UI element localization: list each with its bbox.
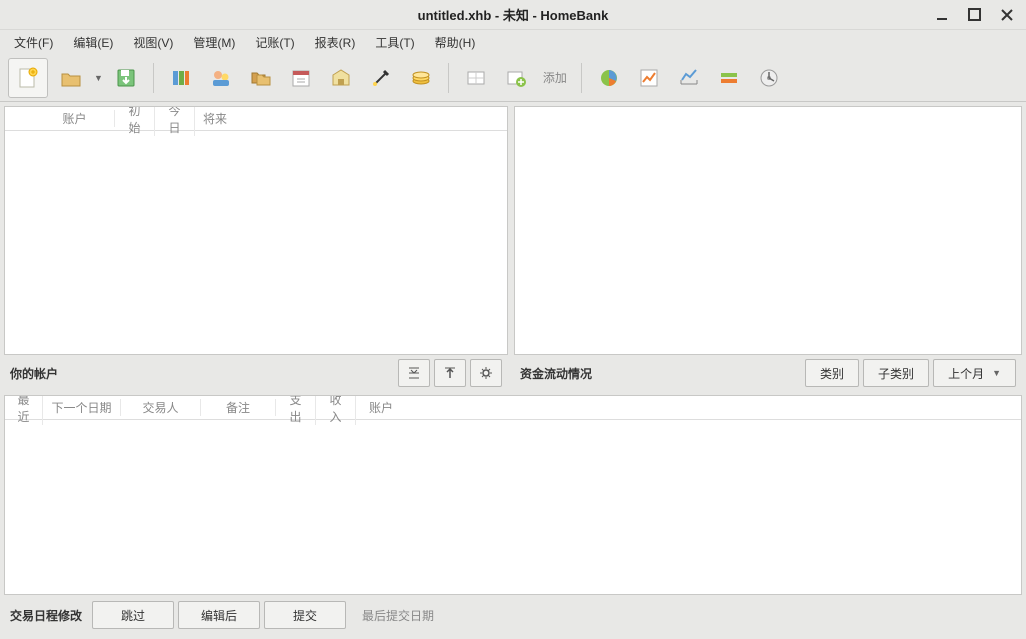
new-file-button[interactable] <box>8 58 48 98</box>
manage-assignments-button[interactable] <box>364 61 398 95</box>
expand-all-button[interactable] <box>398 359 430 387</box>
menu-tools[interactable]: 工具(T) <box>367 31 422 54</box>
show-transactions-button[interactable] <box>459 61 493 95</box>
scheduled-table[interactable]: 最近 下一个日期 交易人 备注 支出 收入 账户 <box>4 395 1022 595</box>
close-button[interactable] <box>1000 8 1018 22</box>
range-dropdown-label: 上个月 <box>948 365 984 382</box>
manage-payees-button[interactable] <box>204 61 238 95</box>
add-label: 添加 <box>539 69 571 86</box>
accounts-panel-title: 你的帐户 <box>10 365 394 382</box>
subcategory-button[interactable]: 子类别 <box>863 359 929 387</box>
accounts-table[interactable]: 账户 初始 今日 将来 <box>4 106 508 355</box>
manage-budget-button[interactable] <box>324 61 358 95</box>
vehicle-report-button[interactable] <box>752 61 786 95</box>
menu-transactions[interactable]: 记账(T) <box>247 31 302 54</box>
open-file-button[interactable] <box>54 61 88 95</box>
col-account[interactable]: 账户 <box>35 110 115 127</box>
manage-scheduled-button[interactable] <box>284 61 318 95</box>
col-today[interactable]: 今日 <box>155 106 195 136</box>
statistics-report-button[interactable] <box>592 61 626 95</box>
col-future[interactable]: 将来 <box>195 110 235 127</box>
window-controls <box>936 8 1018 22</box>
menu-manage[interactable]: 管理(M) <box>185 31 243 54</box>
chevron-down-icon: ▼ <box>992 368 1001 378</box>
col-initial[interactable]: 初始 <box>115 106 155 136</box>
titlebar: untitled.xhb - 未知 - HomeBank <box>0 0 1026 30</box>
balance-report-button[interactable] <box>672 61 706 95</box>
col-next-date[interactable]: 下一个日期 <box>43 399 121 416</box>
currencies-button[interactable] <box>404 61 438 95</box>
edit-post-button[interactable]: 编辑后 <box>178 601 260 629</box>
save-button[interactable] <box>109 61 143 95</box>
category-button[interactable]: 类别 <box>805 359 859 387</box>
trend-report-button[interactable] <box>632 61 666 95</box>
collapse-all-button[interactable] <box>434 359 466 387</box>
main-area: 账户 初始 今日 将来 你的帐户 <box>0 102 1026 639</box>
post-button[interactable]: 提交 <box>264 601 346 629</box>
col-memo[interactable]: 备注 <box>201 399 276 416</box>
range-dropdown[interactable]: 上个月 ▼ <box>933 359 1016 387</box>
skip-button[interactable]: 跳过 <box>92 601 174 629</box>
maximize-button[interactable] <box>968 8 986 22</box>
add-transaction-button[interactable] <box>499 61 533 95</box>
menu-edit[interactable]: 编辑(E) <box>65 31 121 54</box>
menu-file[interactable]: 文件(F) <box>6 31 61 54</box>
manage-categories-button[interactable] <box>244 61 278 95</box>
col-income[interactable]: 收入 <box>316 395 356 425</box>
open-dropdown-caret[interactable]: ▼ <box>94 73 103 83</box>
accounts-settings-button[interactable] <box>470 359 502 387</box>
scheduled-panel: 最近 下一个日期 交易人 备注 支出 收入 账户 交易日程修改 跳过 编辑后 提… <box>4 395 1022 635</box>
manage-accounts-button[interactable] <box>164 61 198 95</box>
col-payee[interactable]: 交易人 <box>121 399 201 416</box>
budget-report-button[interactable] <box>712 61 746 95</box>
toolbar: ▼ 添加 <box>0 54 1026 102</box>
col-recent[interactable]: 最近 <box>5 395 43 425</box>
col-account2[interactable]: 账户 <box>356 399 406 416</box>
window-title: untitled.xhb - 未知 - HomeBank <box>418 5 609 24</box>
menu-reports[interactable]: 报表(R) <box>307 31 364 54</box>
menu-view[interactable]: 视图(V) <box>125 31 181 54</box>
menu-help[interactable]: 帮助(H) <box>427 31 484 54</box>
last-post-date-label: 最后提交日期 <box>362 607 434 624</box>
scheduled-panel-title: 交易日程修改 <box>10 607 82 624</box>
flow-panel: 资金流动情况 类别 子类别 上个月 ▼ <box>514 106 1022 391</box>
flow-chart-area <box>514 106 1022 355</box>
flow-panel-title: 资金流动情况 <box>520 365 801 382</box>
accounts-panel: 账户 初始 今日 将来 你的帐户 <box>4 106 508 391</box>
minimize-button[interactable] <box>936 8 954 22</box>
menubar: 文件(F) 编辑(E) 视图(V) 管理(M) 记账(T) 报表(R) 工具(T… <box>0 30 1026 54</box>
col-expense[interactable]: 支出 <box>276 395 316 425</box>
